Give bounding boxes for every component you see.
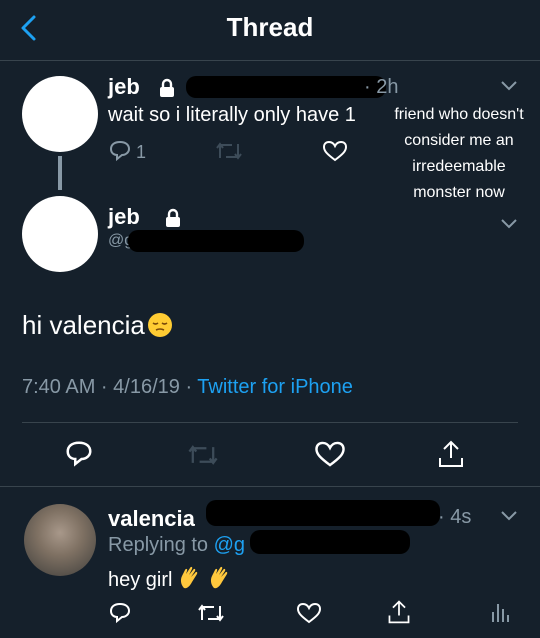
caption-line: irredeemable xyxy=(412,158,506,175)
tweet2-text-row: hi valencia xyxy=(22,310,173,341)
waving-hand-icon xyxy=(208,566,232,590)
tweet2-author-name[interactable]: jeb xyxy=(108,204,140,230)
reply-text-row: hey girl xyxy=(108,566,232,592)
retweet-icon[interactable] xyxy=(196,602,226,624)
header-divider xyxy=(0,60,540,61)
tweet1-time: · 2h xyxy=(364,76,399,98)
chevron-down-icon[interactable] xyxy=(500,80,518,92)
thread-connector-line xyxy=(58,156,62,190)
tweet1-author-name[interactable]: jeb xyxy=(108,74,140,100)
share-icon[interactable] xyxy=(436,438,466,470)
like-icon[interactable] xyxy=(296,602,322,624)
caption-line: consider me an xyxy=(404,132,514,149)
waving-hand-icon xyxy=(178,566,202,590)
lock-icon xyxy=(164,208,182,228)
redaction-bar xyxy=(250,530,410,554)
analytics-icon[interactable] xyxy=(490,600,510,624)
reply-icon[interactable] xyxy=(64,440,94,468)
caption-overlay: friend who doesn't consider me an irrede… xyxy=(380,102,538,206)
divider xyxy=(0,486,540,487)
redaction-bar xyxy=(186,76,386,98)
replying-to-handle[interactable]: @g xyxy=(214,534,245,556)
like-icon[interactable] xyxy=(314,440,346,468)
avatar[interactable] xyxy=(22,196,98,272)
replying-to-label: Replying to xyxy=(108,534,214,556)
avatar[interactable] xyxy=(24,504,96,576)
retweet-icon[interactable] xyxy=(214,140,244,162)
redaction-bar xyxy=(206,500,440,526)
avatar[interactable] xyxy=(22,76,98,152)
share-icon[interactable] xyxy=(386,598,412,626)
chevron-down-icon[interactable] xyxy=(500,218,518,230)
page-title: Thread xyxy=(226,12,314,42)
divider xyxy=(22,422,518,423)
reply-icon[interactable] xyxy=(108,602,132,624)
caption-line: monster now xyxy=(413,184,505,201)
lock-icon xyxy=(158,78,176,98)
reply-text: hey girl xyxy=(108,569,173,591)
tweet2-timestamp: 7:40 AM · 4/16/19 · xyxy=(22,376,198,398)
tweet2-text: hi valencia xyxy=(22,310,145,340)
reply-time: · 4s xyxy=(438,506,472,528)
tweet1-text: wait so i literally only have 1 xyxy=(108,104,356,126)
timestamp-row: 7:40 AM · 4/16/19 · Twitter for iPhone xyxy=(22,376,353,399)
caption-line: friend who doesn't xyxy=(394,106,524,123)
reply-author-name[interactable]: valencia xyxy=(108,506,195,532)
retweet-icon[interactable] xyxy=(186,442,220,468)
source-link[interactable]: Twitter for iPhone xyxy=(197,376,353,398)
replying-to-row: Replying to @g xyxy=(108,534,245,557)
pensive-emoji-icon xyxy=(147,312,173,338)
like-icon[interactable] xyxy=(322,140,348,162)
chevron-down-icon[interactable] xyxy=(500,510,518,522)
reply-icon[interactable] xyxy=(108,140,132,162)
redaction-bar xyxy=(128,230,304,252)
reply-count: 1 xyxy=(136,142,147,162)
